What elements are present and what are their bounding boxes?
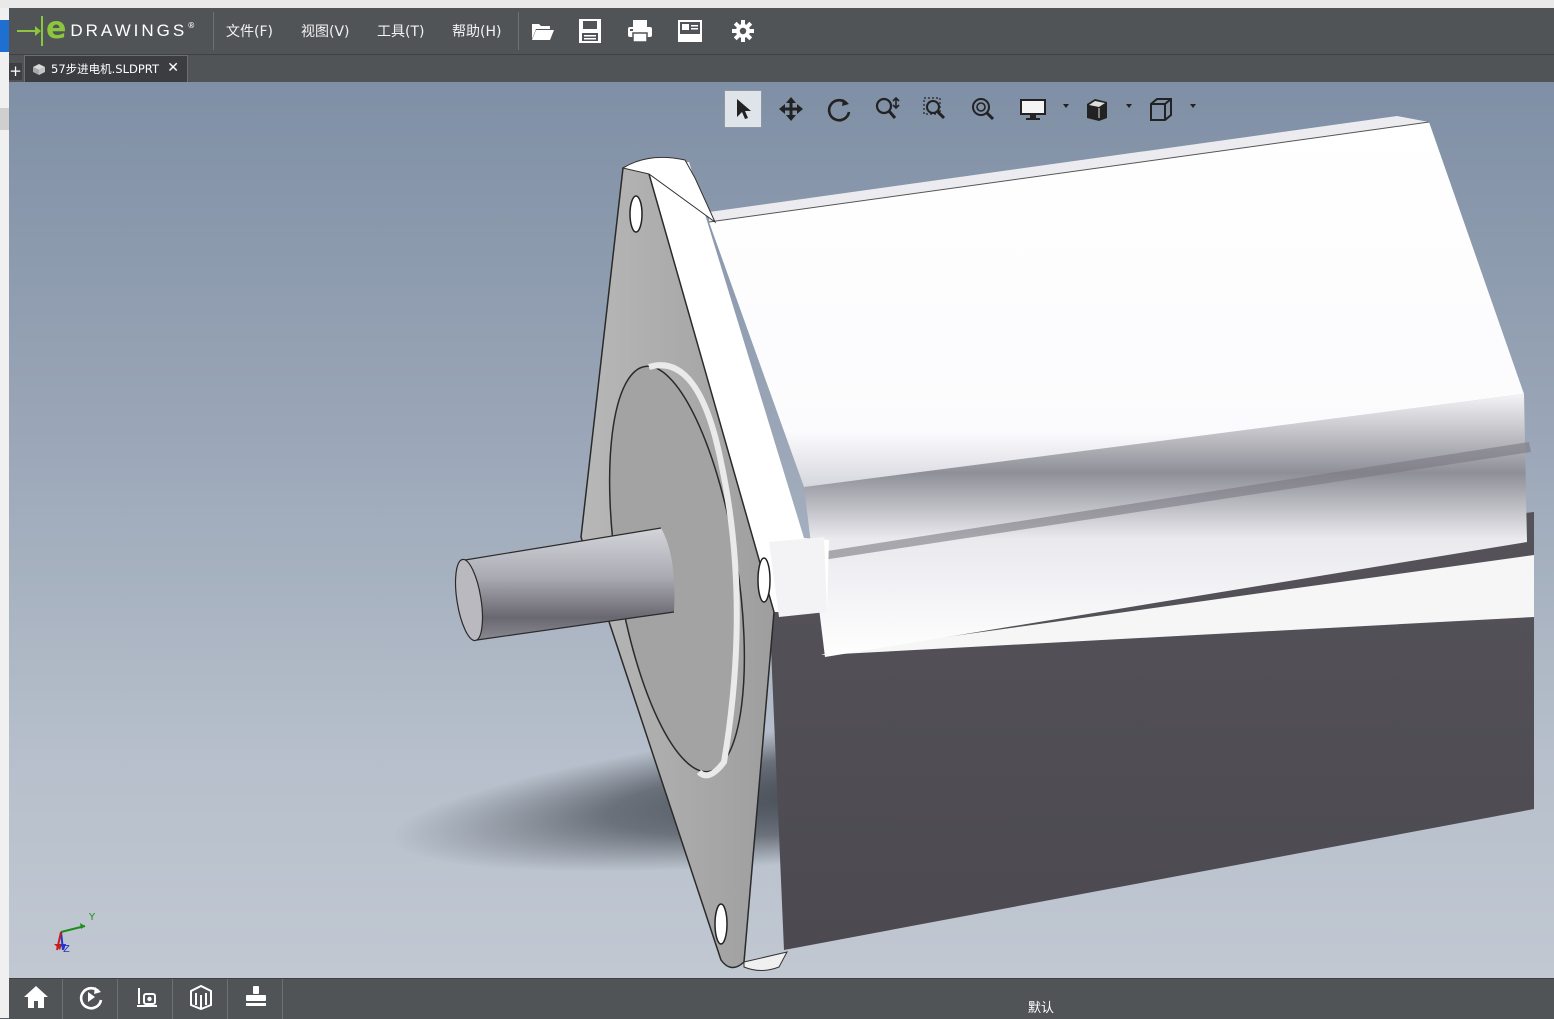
menu-bar: e DRAWINGS ® 文件(F) 视图(V) 工具(T) 帮助(H): [9, 8, 1554, 55]
pan-icon[interactable]: [772, 90, 810, 128]
select-icon[interactable]: [724, 90, 762, 128]
bottom-toolbar: 默认: [9, 978, 1554, 1019]
tab-label: 57步进电机.SLDPRT: [51, 62, 159, 76]
zoom-to-area-icon[interactable]: [916, 90, 954, 128]
tab-close-icon[interactable]: ✕: [167, 60, 179, 76]
coordinate-triad: Y Z: [49, 910, 109, 960]
menu-help[interactable]: 帮助(H): [452, 21, 501, 41]
menu-tools[interactable]: 工具(T): [377, 21, 424, 41]
left-edge-highlight: [0, 20, 9, 52]
logo-bar-icon: [41, 16, 43, 46]
animate-icon[interactable]: [64, 979, 118, 1019]
save-icon[interactable]: [575, 16, 605, 46]
menu-view[interactable]: 视图(V): [301, 21, 350, 41]
configuration-label: 默认: [1028, 1001, 1055, 1016]
display-style-icon[interactable]: [1014, 90, 1052, 128]
view-orientation-dropdown[interactable]: [1190, 104, 1196, 108]
logo-registered: ®: [187, 20, 196, 30]
logo-e: e: [46, 10, 67, 46]
section-view-icon[interactable]: [1078, 90, 1116, 128]
print-icon[interactable]: [625, 16, 655, 46]
menu-separator: [518, 12, 519, 50]
zoom-icon[interactable]: [868, 90, 906, 128]
display-style-dropdown[interactable]: [1063, 104, 1069, 108]
heads-up-toolbar: [724, 86, 1204, 128]
graphics-viewport[interactable]: Y Z: [9, 82, 1554, 978]
home-icon[interactable]: [9, 979, 63, 1019]
tab-bar: + 57步进电机.SLDPRT ✕: [9, 55, 1554, 82]
edrawings-logo: e DRAWINGS ®: [17, 10, 196, 48]
left-edge-strip: [0, 8, 9, 1018]
tab-document[interactable]: 57步进电机.SLDPRT ✕: [24, 55, 188, 82]
components-icon[interactable]: [174, 979, 228, 1019]
triad-z-label: Z: [63, 944, 70, 955]
open-icon[interactable]: [528, 16, 558, 46]
left-edge-marker: [0, 108, 9, 130]
logo-word: DRAWINGS: [70, 21, 188, 40]
settings-icon[interactable]: [728, 16, 758, 46]
section-view-dropdown[interactable]: [1126, 104, 1132, 108]
publish-icon[interactable]: [675, 16, 705, 46]
triad-y-label: Y: [89, 912, 96, 923]
stamp-icon[interactable]: [229, 979, 283, 1019]
measure-icon[interactable]: [119, 979, 173, 1019]
view-orientation-icon[interactable]: [1142, 90, 1180, 128]
zoom-to-fit-icon[interactable]: [964, 90, 1002, 128]
menu-separator: [213, 12, 214, 50]
new-tab-button[interactable]: +: [9, 63, 22, 80]
rotate-icon[interactable]: [820, 90, 858, 128]
logo-arrow-icon: [17, 26, 41, 36]
motor-model: [391, 116, 1534, 971]
part-file-icon: [31, 62, 47, 76]
window-top-strip: [0, 0, 1554, 8]
menu-file[interactable]: 文件(F): [226, 21, 273, 41]
